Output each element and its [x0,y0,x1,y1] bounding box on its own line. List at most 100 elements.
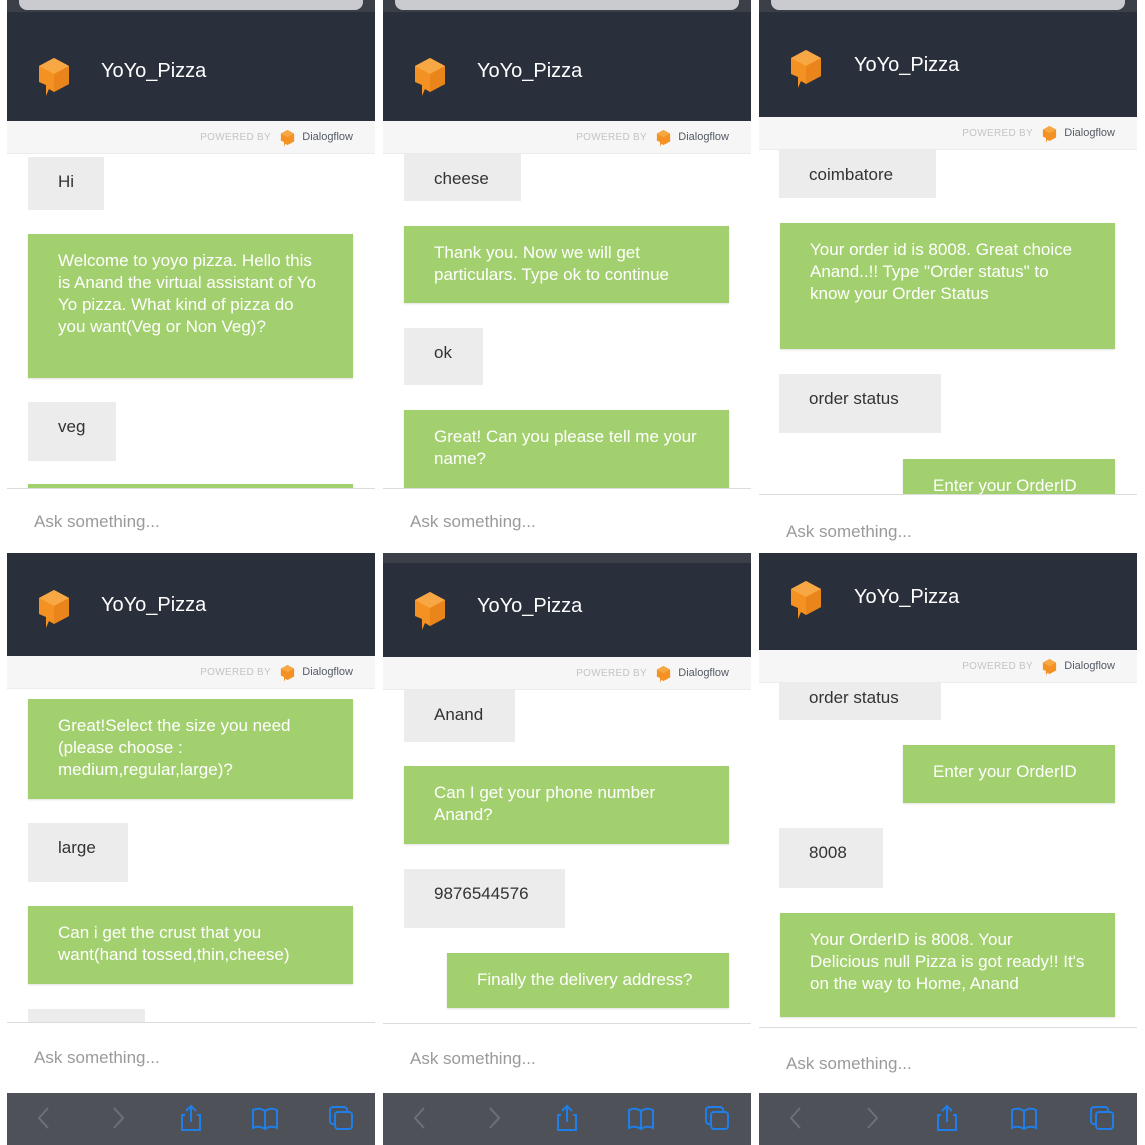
message-input[interactable]: Ask something... [759,1027,1137,1093]
dialogflow-logo-icon [791,50,821,88]
dialogflow-logo-icon [415,58,445,96]
forward-icon[interactable] [103,1103,133,1133]
input-placeholder: Ask something... [34,512,160,531]
chat-header: YoYo_Pizza [759,12,1137,117]
browser-url-bar[interactable] [7,0,375,12]
user-message: veg [28,402,116,461]
powered-by-label: POWERED BY [200,132,271,143]
chat-messages: Anand Can I get your phone number Anand?… [383,690,751,1023]
dialogflow-logo-icon [39,590,69,628]
powered-by-bar: POWERED BY Dialogflow [759,117,1137,150]
bot-message: Enter your OrderID [903,745,1115,803]
chat-messages: coimbatore Your order id is 8008. Great … [759,150,1137,494]
dialogflow-brand-icon [656,130,671,147]
dialogflow-brand-icon [280,130,295,147]
bookmarks-icon[interactable] [1009,1103,1039,1133]
powered-by-label: POWERED BY [576,668,647,679]
message-input[interactable]: Ask something... [759,494,1137,545]
input-placeholder: Ask something... [786,1054,912,1073]
bot-message: Welcome to yoyo pizza. Hello this is Ana… [28,234,353,378]
user-message: Hi [28,157,104,210]
chat-header: YoYo_Pizza [383,563,751,657]
chat-screen-6: YoYo_Pizza POWERED BY Dialogflow order s… [759,553,1137,1145]
bot-message: Great! Can you please tell me your name? [404,410,729,488]
dialogflow-brand: Dialogflow [1064,127,1115,139]
bot-message: Can I get your phone number Anand? [404,766,729,844]
share-icon[interactable] [176,1103,206,1133]
chat-messages: Great!Select the size you need (please c… [7,689,375,1022]
url-field[interactable] [395,0,739,10]
user-message: 8008 [779,828,883,888]
browser-url-bar[interactable] [759,0,1137,12]
bot-title: YoYo_Pizza [854,586,960,608]
dialogflow-brand: Dialogflow [302,666,353,678]
user-message: 9876544576 [404,869,565,928]
back-icon[interactable] [405,1103,435,1133]
user-message: order status [779,374,941,433]
share-icon[interactable] [552,1103,582,1133]
back-icon[interactable] [29,1103,59,1133]
input-placeholder: Ask something... [410,1049,536,1068]
chat-header: YoYo_Pizza [7,12,375,121]
input-placeholder: Ask something... [786,522,912,541]
chat-screen-4: YoYo_Pizza POWERED BY Dialogflow Great!S… [7,553,375,1145]
powered-by-bar: POWERED BY Dialogflow [7,121,375,154]
url-field[interactable] [19,0,363,10]
bot-message: Great!Select the size you need (please c… [28,699,353,799]
powered-by-label: POWERED BY [962,661,1033,672]
dialogflow-brand-icon [1042,659,1057,676]
chat-header: YoYo_Pizza [759,553,1137,650]
input-placeholder: Ask something... [410,512,536,531]
chat-screen-1: YoYo_Pizza POWERED BY Dialogflow Hi Welc… [7,0,375,545]
dialogflow-brand-icon [656,666,671,683]
powered-by-bar: POWERED BY Dialogflow [7,656,375,689]
message-input[interactable]: Ask something... [383,488,751,545]
user-message: order status [779,683,941,720]
bot-title: YoYo_Pizza [477,60,583,82]
message-input[interactable]: Ask something... [7,1022,375,1093]
powered-by-label: POWERED BY [200,667,271,678]
dialogflow-brand-icon [1042,126,1057,143]
dialogflow-brand: Dialogflow [678,667,729,679]
back-icon[interactable] [781,1103,811,1133]
bookmarks-icon[interactable] [626,1103,656,1133]
bot-message: Enter your OrderID [903,459,1115,494]
dialogflow-brand-icon [280,665,295,682]
user-message: large [28,823,128,882]
chat-screen-2: YoYo_Pizza POWERED BY Dialogflow cheese … [383,0,751,545]
tabs-icon[interactable] [702,1103,732,1133]
chat-messages: order status Enter your OrderID 8008 You… [759,683,1137,1027]
browser-toolbar [759,1093,1137,1145]
user-message-partial [28,1009,145,1022]
browser-url-bar[interactable] [383,0,751,12]
tabs-icon[interactable] [326,1103,356,1133]
dialogflow-logo-icon [791,581,821,619]
tabs-icon[interactable] [1087,1103,1117,1133]
powered-by-bar: POWERED BY Dialogflow [383,121,751,154]
dialogflow-logo-icon [415,592,445,630]
dialogflow-brand: Dialogflow [302,131,353,143]
user-message: ok [404,328,483,385]
message-input[interactable]: Ask something... [7,488,375,545]
user-message: cheese [404,154,521,201]
chat-header: YoYo_Pizza [383,12,751,121]
browser-url-bar [383,553,751,563]
user-message: coimbatore [779,150,936,198]
user-message: Anand [404,690,515,742]
url-field[interactable] [771,0,1125,10]
powered-by-bar: POWERED BY Dialogflow [383,657,751,690]
dialogflow-brand: Dialogflow [1064,660,1115,672]
bot-title: YoYo_Pizza [101,594,207,616]
chat-screen-5: YoYo_Pizza POWERED BY Dialogflow Anand C… [383,553,751,1145]
input-placeholder: Ask something... [34,1048,160,1067]
bookmarks-icon[interactable] [250,1103,280,1133]
forward-icon[interactable] [857,1103,887,1133]
message-input[interactable]: Ask something... [383,1023,751,1093]
chat-messages: cheese Thank you. Now we will get partic… [383,154,751,488]
bot-message: Your order id is 8008. Great choice Anan… [780,223,1115,349]
share-icon[interactable] [932,1103,962,1133]
chat-header: YoYo_Pizza [7,553,375,656]
browser-toolbar [7,1093,375,1145]
forward-icon[interactable] [479,1103,509,1133]
dialogflow-brand: Dialogflow [678,131,729,143]
